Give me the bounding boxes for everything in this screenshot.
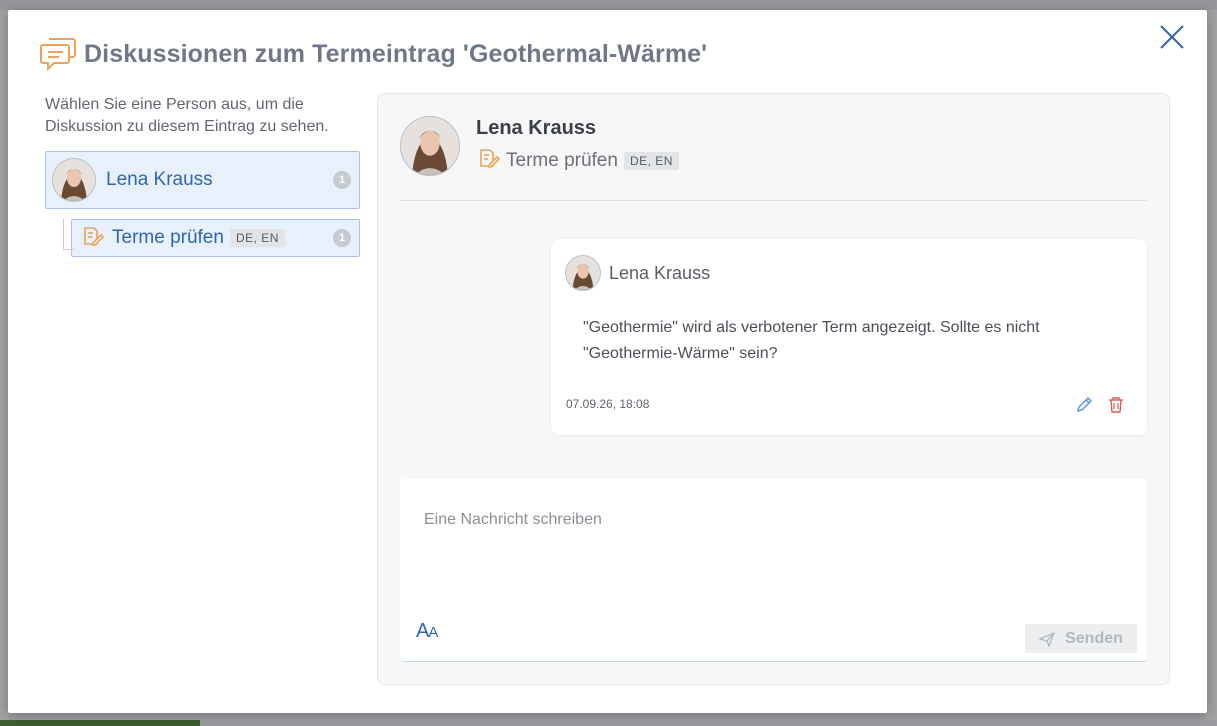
trash-icon [1109,397,1123,413]
participants-pane: Wählen Sie eine Person aus, um die Disku… [45,94,360,257]
discussion-pane: Lena Krauss Terme prüfen DE, EN Lena Kra… [377,93,1170,685]
modal-header: Diskussionen zum Termeintrag 'Geothermal… [40,36,707,72]
message-timestamp: 07.09.26, 18:08 [566,397,650,411]
task-name: Terme prüfen [112,227,224,248]
message-author: Lena Krauss [565,255,710,291]
format-label-small: A [428,624,438,641]
modal-title: Diskussionen zum Termeintrag 'Geothermal… [84,39,708,68]
discussion-header: Lena Krauss Terme prüfen DE, EN [400,116,679,176]
message-text: "Geothermie" wird als verbotener Term an… [583,319,1040,362]
message-count-badge: 1 [333,229,351,247]
send-label: Senden [1065,629,1123,647]
header-divider [400,200,1147,201]
send-button[interactable]: Senden [1025,624,1137,653]
format-label-large: A [416,620,429,642]
discussion-task-name: Terme prüfen [506,149,618,171]
participant-name: Lena Krauss [106,169,213,190]
tree-connector [63,219,74,250]
discussion-person-name: Lena Krauss [476,117,597,139]
message-input[interactable] [400,479,1147,599]
language-tag: DE, EN [229,229,285,247]
task-item[interactable]: Terme prüfen DE, EN 1 [71,219,360,257]
participant-item[interactable]: Lena Krauss 1 [45,151,360,209]
text-format-button[interactable]: AA [416,620,438,643]
delete-message-button[interactable] [1107,396,1125,414]
discussion-icon [40,36,76,72]
message-count-badge: 1 [333,171,351,189]
task-edit-icon [476,146,501,175]
selection-hint: Wählen Sie eine Person aus, um die Disku… [45,96,329,135]
send-icon [1039,631,1056,647]
task-tree: Terme prüfen DE, EN 1 [45,219,360,257]
pencil-icon [1077,397,1092,412]
avatar [52,158,96,202]
discussion-modal: Diskussionen zum Termeintrag 'Geothermal… [8,10,1207,713]
message-composer: AA Senden [400,479,1147,662]
task-edit-icon [80,224,105,253]
avatar [565,255,601,291]
discussion-task-line: Terme prüfen DE, EN [476,146,679,175]
close-icon [1160,25,1184,49]
avatar [400,116,460,176]
message-card: Lena Krauss "Geothermie" wird als verbot… [551,239,1147,435]
language-tag: DE, EN [623,151,679,170]
message-author-name: Lena Krauss [609,262,711,283]
edit-message-button[interactable] [1075,396,1093,414]
close-button[interactable] [1157,22,1187,52]
